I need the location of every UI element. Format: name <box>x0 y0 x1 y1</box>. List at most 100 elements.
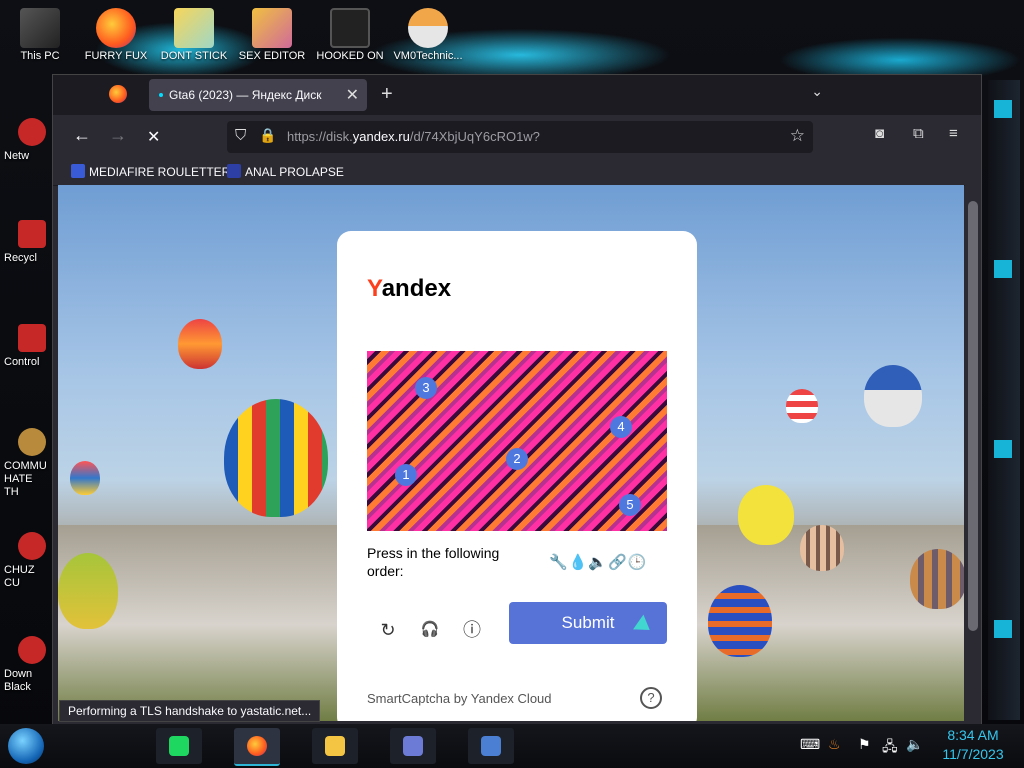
desktop-icon-label: HOOKED ON <box>316 50 384 62</box>
desktop-icon-network[interactable]: Netw <box>4 118 50 162</box>
refresh-icon[interactable]: ↻ <box>373 615 403 645</box>
desktop-icon-label: Netw <box>4 150 30 162</box>
taskbar-app-control-panel[interactable] <box>390 728 436 764</box>
taskbar-app-file-explorer[interactable] <box>312 728 358 764</box>
captcha-marker[interactable]: 4 <box>610 416 632 438</box>
captcha-order-icons: 🔧💧🔈🔗🕒 <box>549 554 648 571</box>
tray-network-icon[interactable]: 🖧 <box>882 736 898 760</box>
desktop-icon-label: Control <box>4 356 40 368</box>
balloon-image <box>178 319 222 369</box>
app-icon <box>18 532 46 560</box>
extensions-icon[interactable]: ⧉ <box>913 125 924 142</box>
tray-java-icon[interactable]: ♨ <box>828 736 841 753</box>
desktop-icon-label: VM0Technic... <box>393 50 463 62</box>
balloon-image <box>70 461 100 495</box>
lock-icon[interactable]: 🔒 <box>259 127 276 144</box>
captcha-marker[interactable]: 3 <box>415 377 437 399</box>
wallpaper-decoration <box>988 80 1020 720</box>
balloon-image <box>800 525 844 571</box>
clock-date: 11/7/2023 <box>942 746 1004 762</box>
control-panel-icon <box>18 324 46 352</box>
address-bar[interactable]: ⛉ 🔒 https://disk.yandex.ru/d/74XbjUqY6cR… <box>227 121 813 153</box>
control-panel-icon <box>403 736 423 756</box>
desktop-icon-chuz[interactable]: CHUZ CU <box>4 532 50 590</box>
desktop-icon-furry-fux[interactable]: FURRY FUX <box>76 8 156 62</box>
bookmark-anal-prolapse[interactable]: ANAL PROLAPSE <box>227 164 344 179</box>
mediafire-icon <box>71 164 85 178</box>
page-scrollbar[interactable] <box>965 185 981 721</box>
scrollbar-thumb[interactable] <box>968 201 978 631</box>
desktop-icon-label: Recycl <box>4 252 38 264</box>
status-panel: Performing a TLS handshake to yastatic.n… <box>59 700 321 722</box>
info-icon[interactable]: ⓘ <box>457 615 487 645</box>
captcha-marker[interactable]: 5 <box>619 494 641 516</box>
shield-icon[interactable]: ⛉ <box>235 127 246 144</box>
tab-title: Gta6 (2023) — Яндекс Диск <box>169 88 322 102</box>
system-clock[interactable]: 8:34 AM 11/7/2023 <box>928 726 1018 764</box>
taskbar-app-spotify[interactable] <box>156 728 202 764</box>
bookmark-icon <box>227 164 241 178</box>
desktop-icon-down-black[interactable]: Down Black <box>4 636 50 694</box>
desktop-icon-this-pc[interactable]: This PC <box>0 8 80 62</box>
tray-volume-icon[interactable]: 🔈 <box>906 736 923 753</box>
balloon-image <box>864 365 922 427</box>
desktop-icon-dont-stick[interactable]: DONT STICK <box>154 8 234 62</box>
url-text: https://disk.yandex.ru/d/74XbjUqY6cRO1w? <box>287 129 540 144</box>
desktop-icon-vm0technic[interactable]: VM0Technic... <box>388 8 468 62</box>
headphones-icon[interactable]: 🎧 <box>415 615 445 645</box>
tab-yandex-disk[interactable]: Gta6 (2023) — Яндекс Диск ✕ <box>149 79 367 111</box>
network-icon <box>18 118 46 146</box>
desktop-icon-label: Down Black <box>4 668 33 693</box>
computer-icon <box>20 8 60 48</box>
app-icon <box>18 636 46 664</box>
cartoon-image-icon <box>252 8 292 48</box>
forward-button[interactable]: → <box>109 125 127 146</box>
firefox-view-icon[interactable] <box>109 85 127 103</box>
bookmarks-toolbar: MEDIAFIRE ROULETTER ANAL PROLAPSE <box>53 159 981 186</box>
cartoon-image-icon <box>174 8 214 48</box>
bookmark-star-icon[interactable]: ☆ <box>790 126 805 146</box>
tab-close-icon[interactable]: ✕ <box>346 85 359 105</box>
help-icon[interactable]: ? <box>640 687 662 709</box>
back-button[interactable]: ← <box>73 125 91 146</box>
list-all-tabs-button[interactable]: ⌄ <box>811 83 823 100</box>
captcha-image[interactable]: 3 4 2 1 5 <box>367 351 667 531</box>
money-bag-icon <box>18 428 46 456</box>
folder-icon <box>325 736 345 756</box>
balloon-image <box>708 585 772 657</box>
spotify-icon <box>169 736 189 756</box>
captcha-marker[interactable]: 1 <box>395 464 417 486</box>
bookmark-mediafire-rouletter[interactable]: MEDIAFIRE ROULETTER <box>71 164 230 179</box>
stop-button[interactable]: ✕ <box>147 127 160 147</box>
start-button[interactable] <box>8 728 44 764</box>
tab-loading-icon <box>159 93 163 97</box>
taskbar-app-on-screen-keyboard[interactable] <box>468 728 514 764</box>
firefox-icon <box>96 8 136 48</box>
tab-bar: Gta6 (2023) — Яндекс Диск ✕ + ⌄ <box>53 75 981 115</box>
firefox-window: Gta6 (2023) — Яндекс Диск ✕ + ⌄ ← → ✕ ⛉ … <box>52 74 982 726</box>
desktop-icon-control-panel[interactable]: Control <box>4 324 50 368</box>
desktop-icon-sex-editor[interactable]: SEX EDITOR <box>232 8 312 62</box>
desktop-icon-label: COMMU HATE TH <box>4 460 47 498</box>
firefox-icon <box>247 736 267 756</box>
tray-flag-icon[interactable]: ⚑ <box>858 736 871 753</box>
pocket-icon[interactable]: ◙ <box>875 125 884 142</box>
desktop-icon-recycle-bin[interactable]: Recycl <box>4 220 50 264</box>
new-tab-button[interactable]: + <box>381 83 393 106</box>
balloon-image <box>910 549 964 609</box>
desktop-icon-label: SEX EDITOR <box>238 50 306 62</box>
desktop-icon-commu[interactable]: COMMU HATE TH <box>4 428 50 499</box>
balloon-image <box>58 553 118 629</box>
taskbar-app-firefox[interactable] <box>234 728 280 766</box>
captcha-card: Yandex 3 4 2 1 5 Press in the following … <box>337 231 697 721</box>
yandex-logo: Yandex <box>367 275 452 302</box>
captcha-footer: SmartCaptcha by Yandex Cloud <box>367 691 552 706</box>
captcha-instruction: Press in the following order: <box>367 545 500 579</box>
clock-time: 8:34 AM <box>947 727 999 743</box>
desktop-icon-hooked-on[interactable]: HOOKED ON <box>310 8 390 62</box>
tray-keyboard-icon[interactable]: ⌨ <box>800 736 820 753</box>
doctor-icon <box>408 8 448 48</box>
captcha-marker[interactable]: 2 <box>506 448 528 470</box>
taskbar: ⌨ ♨ ⚑ 🖧 🔈 8:34 AM 11/7/2023 <box>0 724 1024 768</box>
menu-icon[interactable]: ≡ <box>949 125 958 142</box>
